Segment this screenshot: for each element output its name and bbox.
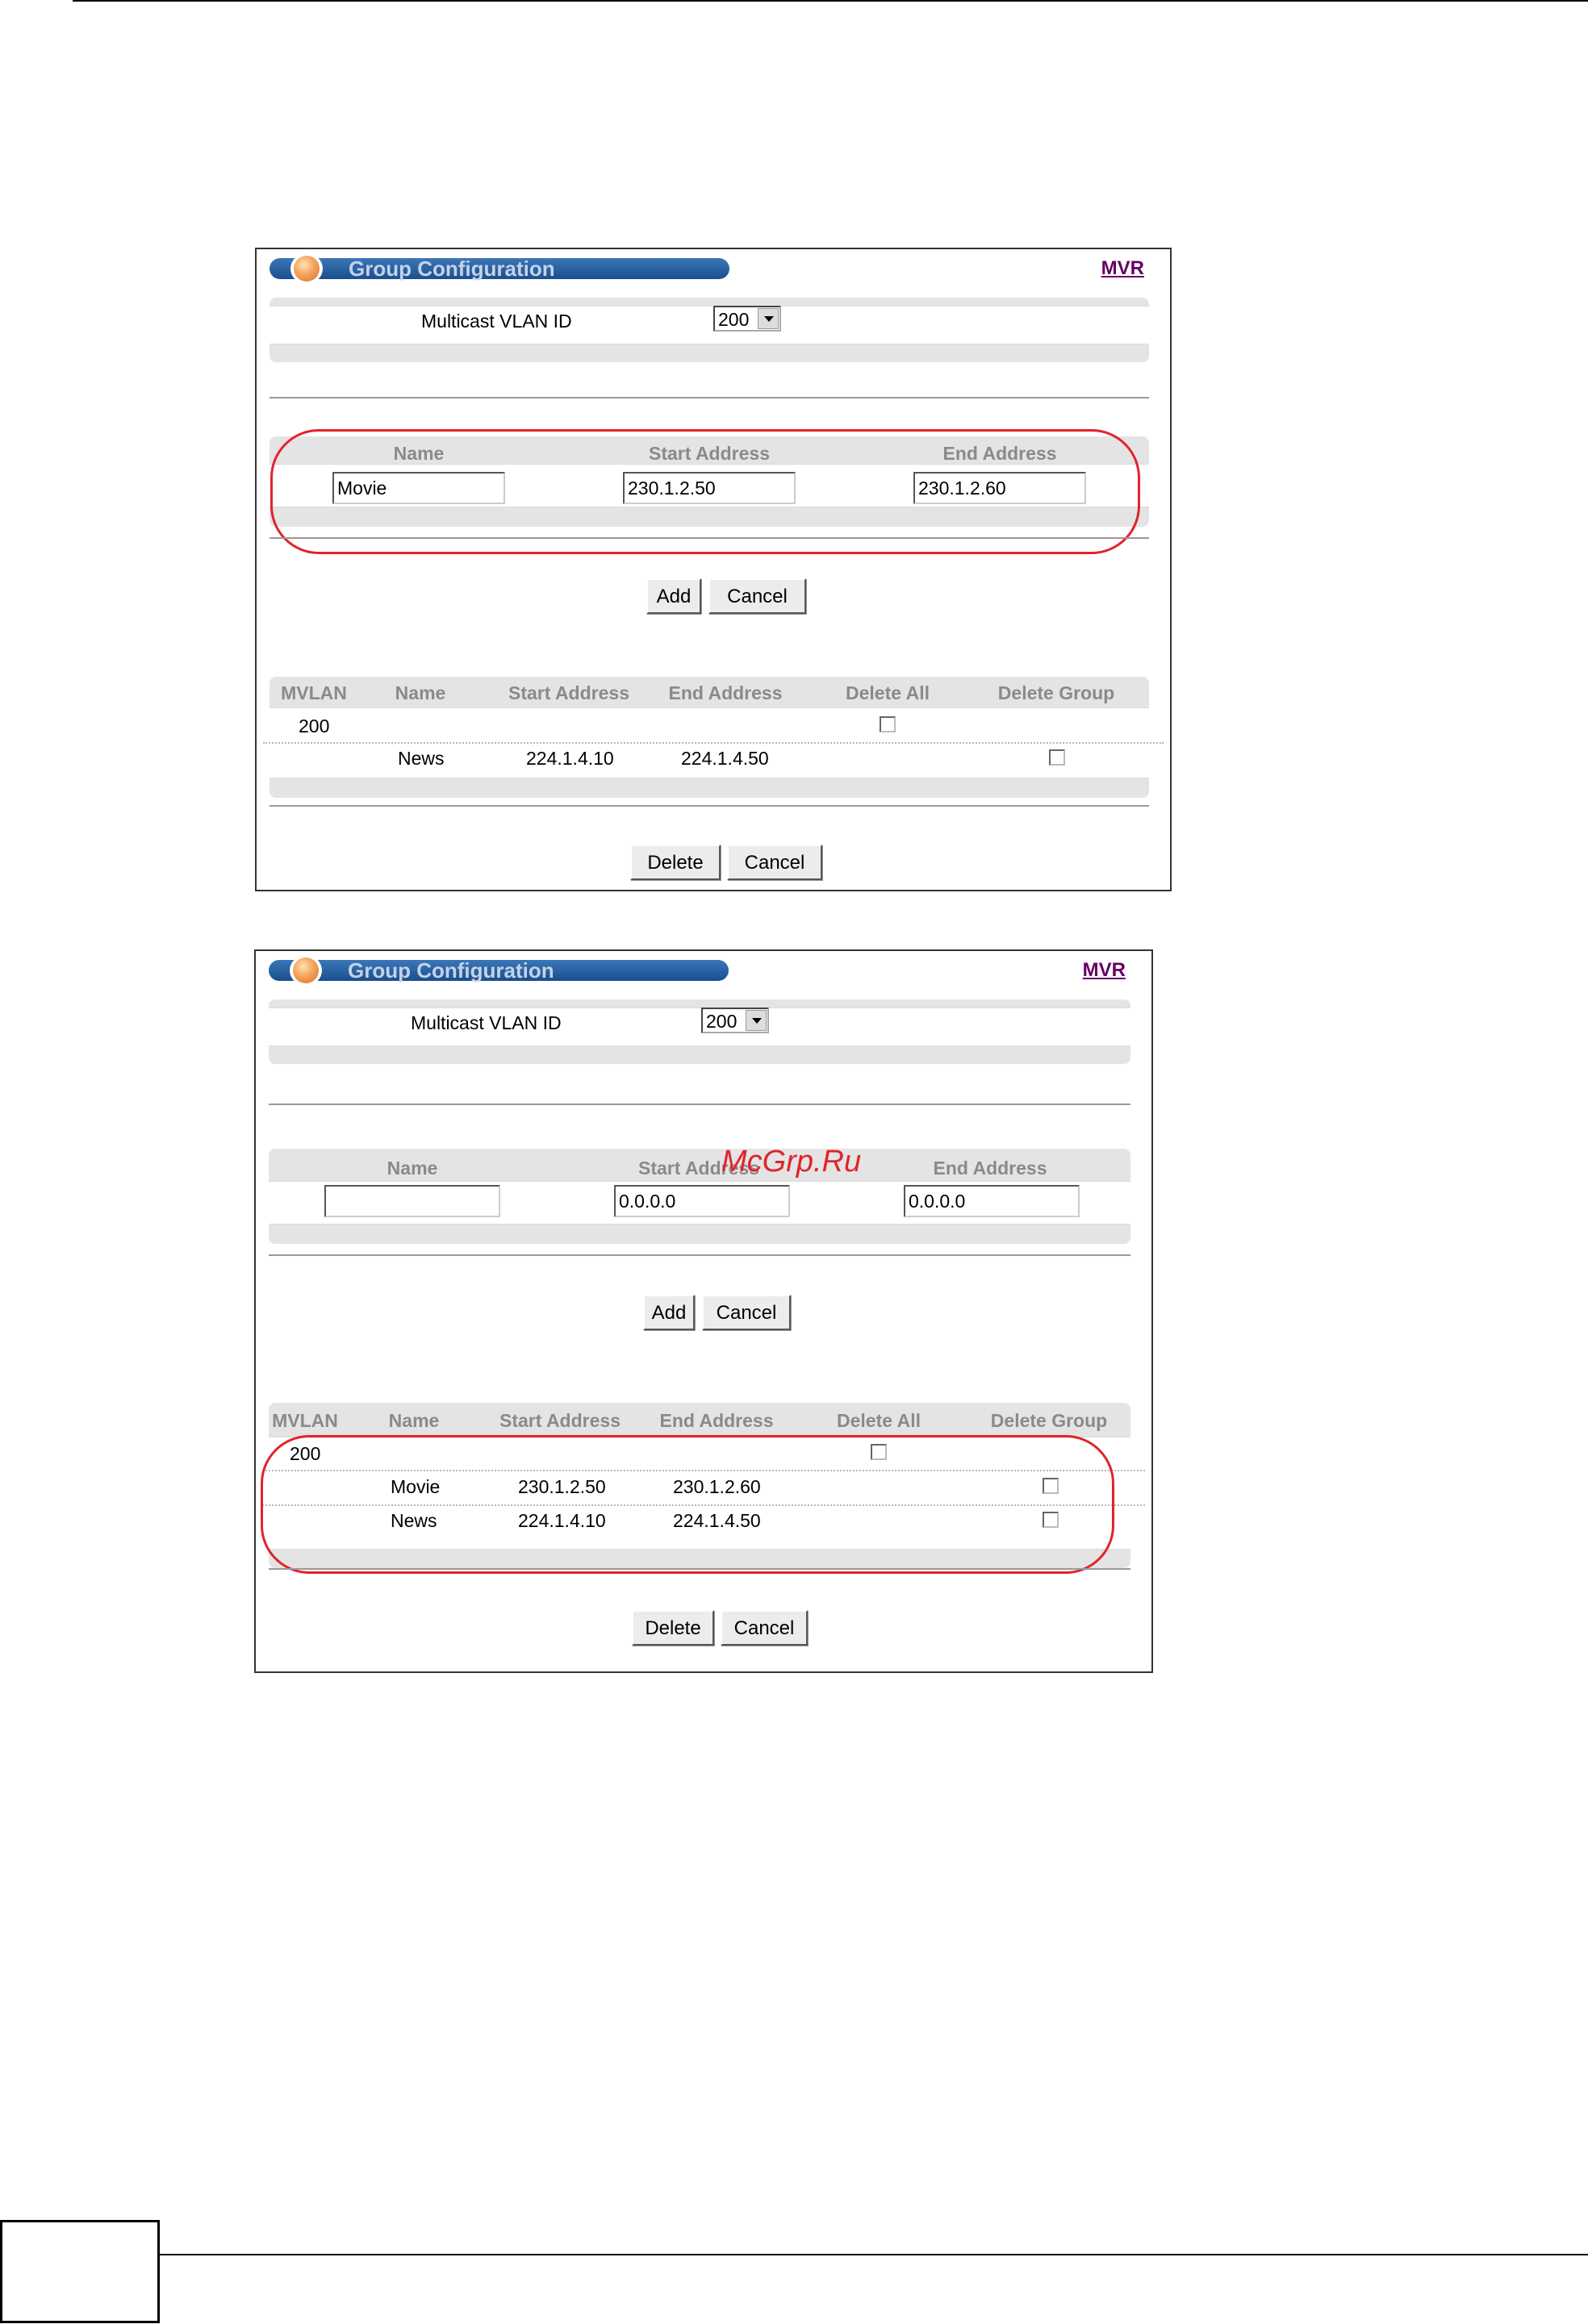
table-header-end-address: End Address xyxy=(659,1410,774,1431)
cancel-button[interactable]: Cancel xyxy=(702,1295,791,1330)
add-button[interactable]: Add xyxy=(646,578,701,614)
column-header-end-address: End Address xyxy=(933,1158,1047,1179)
start-address-input[interactable] xyxy=(614,1185,790,1217)
row-name: News xyxy=(398,748,445,769)
table-header-end-address: End Address xyxy=(668,682,783,703)
cancel-button[interactable]: Cancel xyxy=(727,845,822,880)
vlan-section xyxy=(269,999,1130,1064)
divider xyxy=(269,1104,1130,1105)
group-configuration-panel-2: Group Configuration MVR Multicast VLAN I… xyxy=(254,949,1153,1673)
vlan-select[interactable]: 200 xyxy=(713,306,781,332)
table-header-start-address: Start Address xyxy=(499,1410,621,1431)
highlight-oval xyxy=(261,1435,1114,1574)
panel-title: Group Configuration xyxy=(349,257,555,281)
chevron-down-icon[interactable] xyxy=(746,1010,767,1031)
add-button[interactable]: Add xyxy=(643,1295,695,1330)
chevron-down-icon[interactable] xyxy=(758,308,779,329)
panel-title-bar: Group Configuration xyxy=(270,253,729,284)
orb-icon xyxy=(290,955,322,986)
page-top-rule xyxy=(73,0,1588,2)
watermark: McGrp.Ru xyxy=(721,1145,862,1179)
vlan-section xyxy=(270,298,1149,362)
table-header-name: Name xyxy=(395,682,446,703)
table-header-delete-all: Delete All xyxy=(846,682,930,703)
divider xyxy=(269,1568,1130,1570)
mvr-link[interactable]: MVR xyxy=(1101,257,1144,280)
vlan-select[interactable]: 200 xyxy=(701,1008,769,1033)
divider xyxy=(269,1254,1130,1256)
orb-icon xyxy=(290,253,323,284)
delete-button[interactable]: Delete xyxy=(630,845,721,880)
vlan-select-value: 200 xyxy=(706,1011,738,1032)
divider xyxy=(270,397,1149,398)
footer-rule xyxy=(160,2254,1588,2255)
mvr-link[interactable]: MVR xyxy=(1083,959,1126,982)
panel-title-bar: Group Configuration xyxy=(269,955,729,986)
table-header-delete-group: Delete Group xyxy=(990,1410,1108,1431)
panel-title: Group Configuration xyxy=(348,958,554,983)
vlan-row xyxy=(270,306,1149,344)
delete-group-checkbox[interactable] xyxy=(1049,749,1065,766)
divider xyxy=(270,805,1149,807)
delete-button[interactable]: Delete xyxy=(632,1610,714,1646)
cancel-button[interactable]: Cancel xyxy=(721,1610,808,1646)
vlan-label: Multicast VLAN ID xyxy=(411,1012,562,1033)
divider xyxy=(270,537,1149,539)
table-header-name: Name xyxy=(388,1410,440,1431)
vlan-select-value: 200 xyxy=(718,309,750,330)
mvlan-cell: 200 xyxy=(299,716,330,736)
page-number-box xyxy=(0,2220,160,2323)
column-header-name: Name xyxy=(387,1158,438,1179)
cancel-button[interactable]: Cancel xyxy=(708,578,806,614)
highlight-oval xyxy=(270,429,1140,554)
group-configuration-panel-1: Group Configuration MVR Multicast VLAN I… xyxy=(255,248,1172,891)
name-input[interactable] xyxy=(324,1185,500,1217)
table-header-delete-all: Delete All xyxy=(837,1410,921,1431)
end-address-input[interactable] xyxy=(904,1185,1080,1217)
table-header-delete-group: Delete Group xyxy=(997,682,1115,703)
table-header-mvlan: MVLAN xyxy=(272,1410,338,1431)
table-header-start-address: Start Address xyxy=(508,682,629,703)
row-separator xyxy=(263,742,1164,744)
table-header-mvlan: MVLAN xyxy=(281,682,347,703)
row-start-address: 224.1.4.10 xyxy=(526,748,614,769)
vlan-label: Multicast VLAN ID xyxy=(421,311,572,332)
delete-all-checkbox[interactable] xyxy=(880,716,896,732)
vlan-row xyxy=(269,1008,1130,1046)
row-end-address: 224.1.4.50 xyxy=(681,748,769,769)
